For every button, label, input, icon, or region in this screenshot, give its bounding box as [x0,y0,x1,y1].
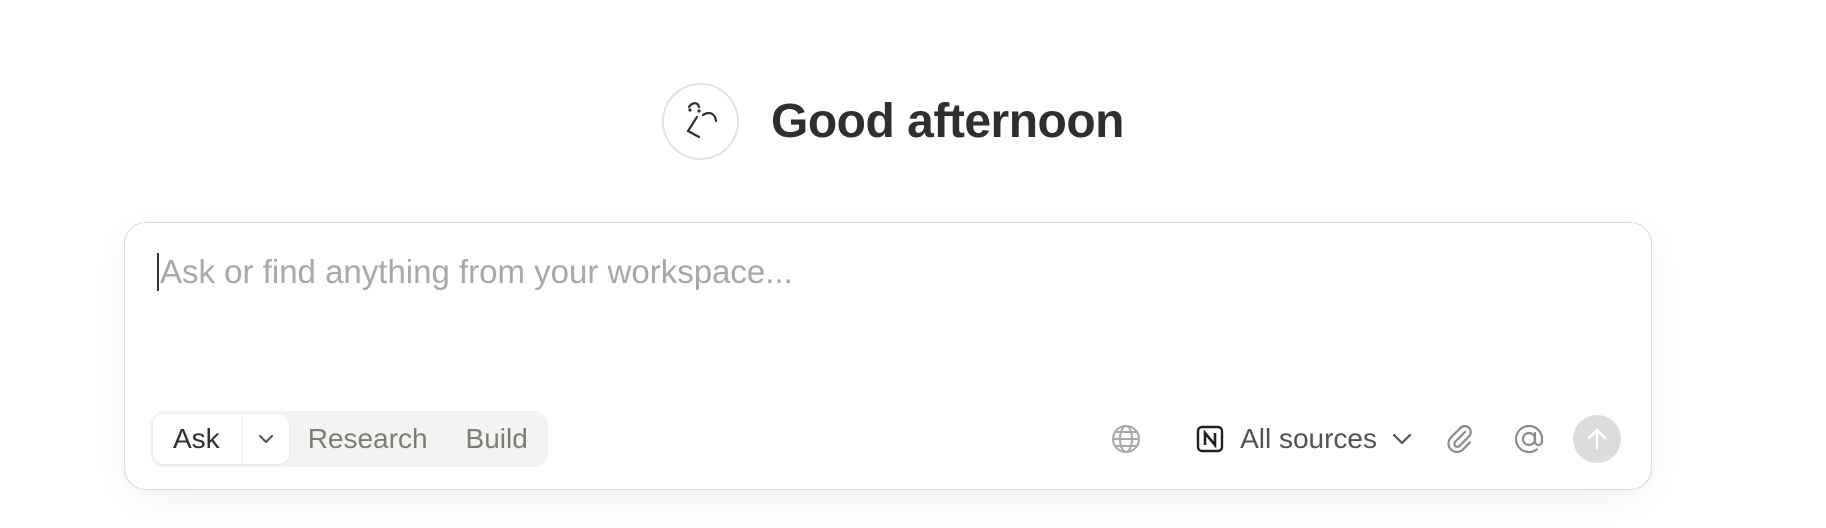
globe-icon [1112,425,1141,453]
notion-logo-icon [1192,421,1228,457]
text-caret [157,253,159,291]
home-page: Good afternoon Ask or find anything from… [0,0,1826,528]
mode-research-button[interactable]: Research [289,414,447,464]
mention-button[interactable] [1505,415,1553,463]
send-button[interactable] [1573,415,1621,463]
face-doodle-icon [686,102,717,139]
mode-ask-split-button: Ask [153,414,289,464]
prompt-placeholder: Ask or find anything from your workspace… [160,253,793,290]
attach-button[interactable] [1435,415,1483,463]
mode-dropdown-button[interactable] [243,414,289,464]
at-sign-icon [1514,424,1544,454]
mode-selector: Ask Research Build [150,411,548,467]
mode-build-button[interactable]: Build [447,414,547,464]
arrow-up-icon [1587,428,1607,450]
chevron-down-icon [1392,433,1412,445]
mode-ask-button[interactable]: Ask [153,414,243,464]
sources-label: All sources [1240,423,1377,454]
avatar[interactable] [662,82,740,160]
chevron-down-icon [258,435,273,443]
prompt-input[interactable]: Ask or find anything from your workspace… [157,253,793,291]
web-search-toggle[interactable] [1102,415,1150,463]
paperclip-icon [1447,425,1472,454]
greeting-header: Good afternoon [0,80,1826,162]
ai-composer: Ask or find anything from your workspace… [124,222,1652,490]
composer-toolbar: All sources [1102,411,1621,467]
page-title: Good afternoon [771,94,1124,148]
sources-dropdown[interactable]: All sources [1192,415,1413,463]
